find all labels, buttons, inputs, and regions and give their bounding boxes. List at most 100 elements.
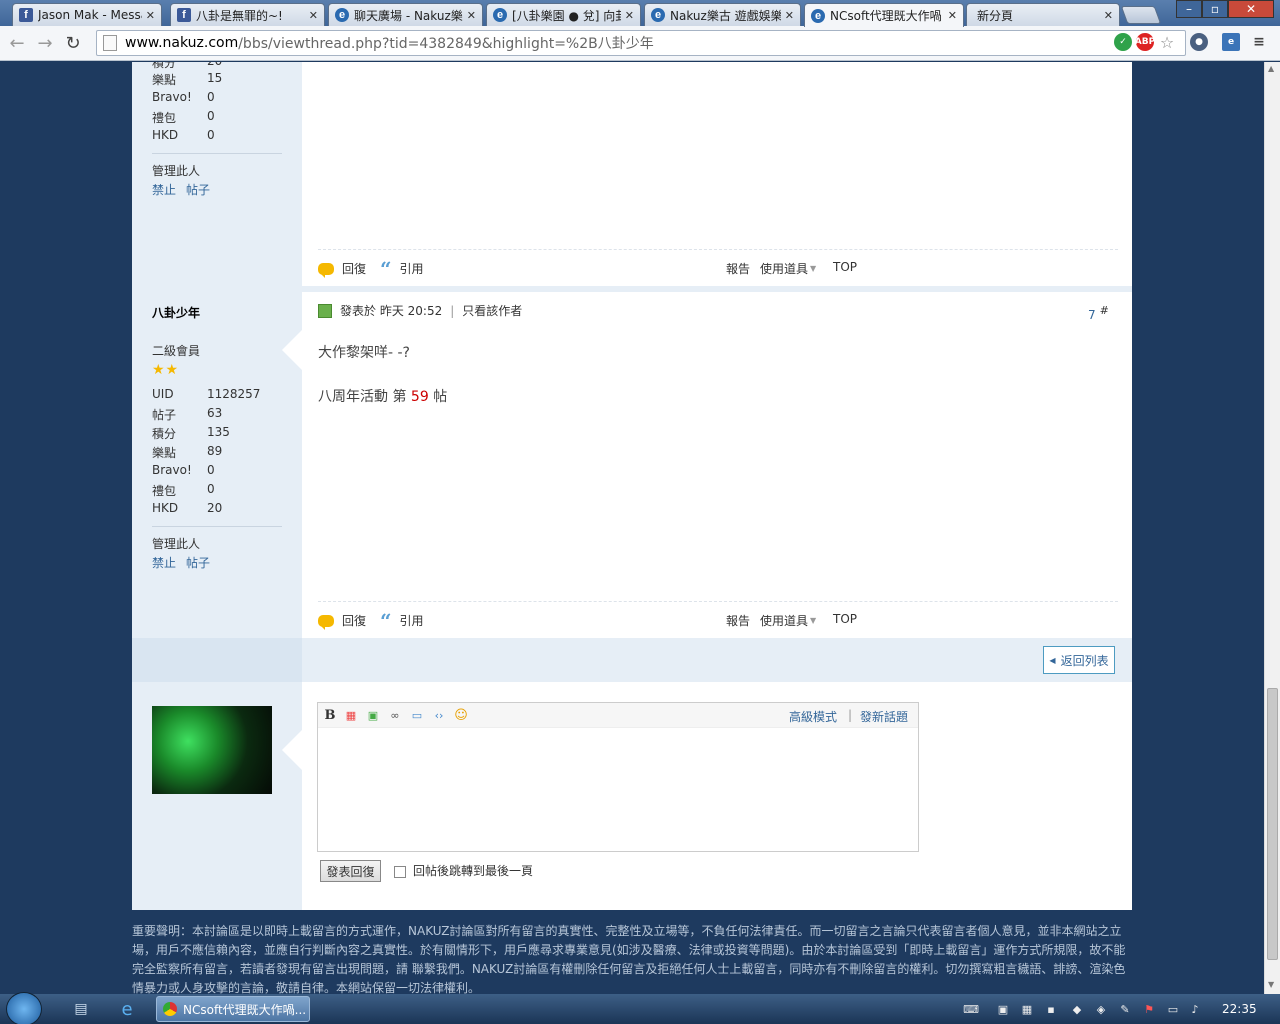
explorer-icon[interactable]: ▤ bbox=[70, 998, 92, 1020]
tab-gossip-paradise[interactable]: e [八卦樂園 ● 兌] 向卦 ✕ bbox=[486, 3, 641, 26]
close-icon[interactable]: ✕ bbox=[625, 9, 634, 22]
close-icon[interactable]: ✕ bbox=[948, 9, 957, 22]
manage-links: 禁止 帖子 bbox=[152, 554, 220, 571]
advanced-mode-link[interactable]: 高級模式 bbox=[789, 708, 837, 725]
taskbar-chrome-window[interactable]: NCsoft代理既大作喎... bbox=[156, 996, 310, 1022]
floor-number[interactable]: 7 # bbox=[1088, 304, 1109, 322]
sidebar-pointer bbox=[282, 730, 302, 770]
new-topic-link[interactable]: 發新話題 bbox=[860, 708, 908, 725]
code-icon[interactable]: ‹› bbox=[433, 709, 445, 722]
tray-app-icon[interactable]: ✎ bbox=[1118, 1002, 1132, 1016]
link-icon[interactable]: ∞ bbox=[389, 709, 401, 722]
bold-icon[interactable]: B bbox=[324, 708, 336, 723]
reply-button[interactable]: 回復 bbox=[318, 612, 366, 630]
report-link[interactable]: 報告 bbox=[726, 260, 750, 277]
scroll-down-icon[interactable]: ▼ bbox=[1268, 980, 1274, 989]
image-icon[interactable]: ▣ bbox=[367, 709, 379, 722]
reply-textarea[interactable] bbox=[318, 728, 918, 851]
avatar bbox=[152, 706, 272, 794]
close-icon[interactable]: ✕ bbox=[146, 9, 155, 22]
chevron-down-icon: ▼ bbox=[810, 264, 817, 273]
stat-row: 禮包 0 bbox=[152, 482, 215, 498]
post-body: 發表於 昨天 20:52 | 只看該作者 7 # 大作黎架咩- -? 八周年活動 … bbox=[302, 292, 1132, 638]
tray-app-icon[interactable]: ▪ bbox=[1044, 1002, 1058, 1016]
report-link[interactable]: 報告 bbox=[726, 612, 750, 629]
member-rank: 二級會員 bbox=[152, 344, 201, 358]
scroll-up-icon[interactable]: ▲ bbox=[1268, 64, 1274, 73]
tab-nakuz-games[interactable]: e Nakuz樂古 遊戲娛樂 ✕ bbox=[644, 3, 801, 26]
reload-icon[interactable]: ↻ bbox=[62, 32, 84, 54]
action-center-icon[interactable]: ⚑ bbox=[1142, 1002, 1156, 1016]
divider bbox=[318, 601, 1118, 602]
new-tab-button[interactable] bbox=[1120, 6, 1162, 24]
maximize-button[interactable]: ▫ bbox=[1202, 0, 1228, 18]
user-posts-link[interactable]: 帖子 bbox=[186, 183, 210, 197]
chrome-icon bbox=[163, 1002, 177, 1016]
chevron-left-icon: ◀ bbox=[1049, 655, 1056, 665]
stat-row: HKD 20 bbox=[152, 501, 223, 515]
tray-app-icon[interactable]: ◈ bbox=[1094, 1002, 1108, 1016]
manage-user-label: 管理此人 bbox=[152, 537, 201, 551]
back-to-list-button[interactable]: ◀ 返回列表 bbox=[1043, 646, 1115, 674]
close-icon[interactable]: ✕ bbox=[467, 9, 476, 22]
top-link[interactable]: TOP bbox=[833, 260, 857, 274]
close-icon[interactable]: ✕ bbox=[309, 9, 318, 22]
dropbox-icon[interactable]: ◆ bbox=[1070, 1002, 1084, 1016]
nakuz-icon: e bbox=[811, 8, 825, 23]
adblock-icon[interactable]: ABP bbox=[1135, 33, 1155, 51]
tray-app-icon[interactable]: ▣ bbox=[996, 1002, 1010, 1016]
quote-bubble-icon[interactable]: ▭ bbox=[411, 709, 423, 722]
reply-icon bbox=[318, 614, 334, 630]
stat-row: HKD 0 bbox=[152, 128, 215, 142]
menu-icon[interactable]: ≡ bbox=[1250, 33, 1268, 51]
editor-toolbar: B ▦ ▣ ∞ ▭ ‹› ☺ 高級模式 | 發新話題 bbox=[318, 703, 918, 728]
quick-reply-editor: B ▦ ▣ ∞ ▭ ‹› ☺ 高級模式 | 發新話題 bbox=[317, 702, 919, 852]
ban-link[interactable]: 禁止 bbox=[152, 556, 176, 570]
post-timestamp: 發表於 昨天 20:52 bbox=[340, 304, 443, 318]
stat-row: 禮包 0 bbox=[152, 109, 215, 125]
extension-e-icon[interactable]: e bbox=[1222, 33, 1240, 51]
tab-new-tab[interactable]: 新分頁 ✕ bbox=[966, 3, 1120, 26]
back-arrow-icon[interactable]: ← bbox=[6, 32, 28, 54]
windows-taskbar: ▤ e NCsoft代理既大作喎... ⌨ ▣ ▦ ▪ ◆ ◈ ✎ ⚑ ▭ ♪ … bbox=[0, 992, 1280, 1024]
quote-button[interactable]: “引用 bbox=[380, 611, 424, 631]
tab-facebook-group[interactable]: f 八卦是無罪的~! ✕ bbox=[170, 3, 325, 26]
user-posts-link[interactable]: 帖子 bbox=[186, 556, 210, 570]
jump-last-page-label: 回帖後跳轉到最後一頁 bbox=[413, 864, 534, 878]
tools-dropdown[interactable]: 使用道具 ▼ bbox=[760, 260, 816, 277]
star-icon[interactable]: ☆ bbox=[1158, 33, 1176, 52]
author-only-link[interactable]: 只看該作者 bbox=[462, 302, 522, 319]
volume-icon[interactable]: ♪ bbox=[1188, 1002, 1202, 1016]
quote-button[interactable]: “引用 bbox=[380, 259, 424, 279]
close-window-button[interactable]: ✕ bbox=[1228, 0, 1274, 18]
internet-explorer-icon[interactable]: e bbox=[116, 998, 138, 1020]
forward-arrow-icon[interactable]: → bbox=[34, 32, 56, 54]
submit-reply-button[interactable]: 發表回復 bbox=[320, 860, 381, 882]
page-viewport: 積分20 樂點15 Bravo!0 禮包0 HKD0 管理此人 禁止帖子 回復 … bbox=[0, 62, 1264, 994]
address-bar[interactable]: www.nakuz.com/bbs/viewthread.php?tid=438… bbox=[96, 30, 1186, 56]
scrollbar-thumb[interactable] bbox=[1267, 688, 1278, 960]
jump-last-page-checkbox[interactable] bbox=[394, 866, 406, 878]
check-icon[interactable]: ✓ bbox=[1114, 33, 1132, 51]
top-link[interactable]: TOP bbox=[833, 612, 857, 626]
smiley-icon[interactable]: ☺ bbox=[454, 708, 468, 723]
tab-chat-plaza[interactable]: e 聊天廣場 - Nakuz樂 ✕ bbox=[328, 3, 483, 26]
close-icon[interactable]: ✕ bbox=[1104, 9, 1113, 22]
keyboard-icon[interactable]: ⌨ bbox=[963, 1002, 979, 1016]
start-button[interactable] bbox=[6, 992, 42, 1024]
clock[interactable]: 22:35 bbox=[1222, 1002, 1257, 1016]
stat-row: Bravo! 0 bbox=[152, 90, 215, 104]
tab-ncsoft-thread[interactable]: e NCsoft代理既大作喎 ✕ bbox=[804, 3, 964, 27]
extension-icon[interactable]: ● bbox=[1190, 33, 1208, 51]
tray-app-icon[interactable]: ▦ bbox=[1020, 1002, 1034, 1016]
author-name[interactable]: 八卦少年 bbox=[152, 304, 200, 321]
vertical-scrollbar[interactable]: ▲ ▼ bbox=[1264, 62, 1280, 994]
color-icon[interactable]: ▦ bbox=[345, 709, 357, 722]
network-icon[interactable]: ▭ bbox=[1166, 1002, 1180, 1016]
tab-messenger[interactable]: f Jason Mak - Messa ✕ bbox=[12, 3, 162, 26]
close-icon[interactable]: ✕ bbox=[785, 9, 794, 22]
reply-button[interactable]: 回復 bbox=[318, 260, 366, 278]
minimize-button[interactable]: – bbox=[1176, 0, 1202, 18]
ban-link[interactable]: 禁止 bbox=[152, 183, 176, 197]
tools-dropdown[interactable]: 使用道具 ▼ bbox=[760, 612, 816, 629]
